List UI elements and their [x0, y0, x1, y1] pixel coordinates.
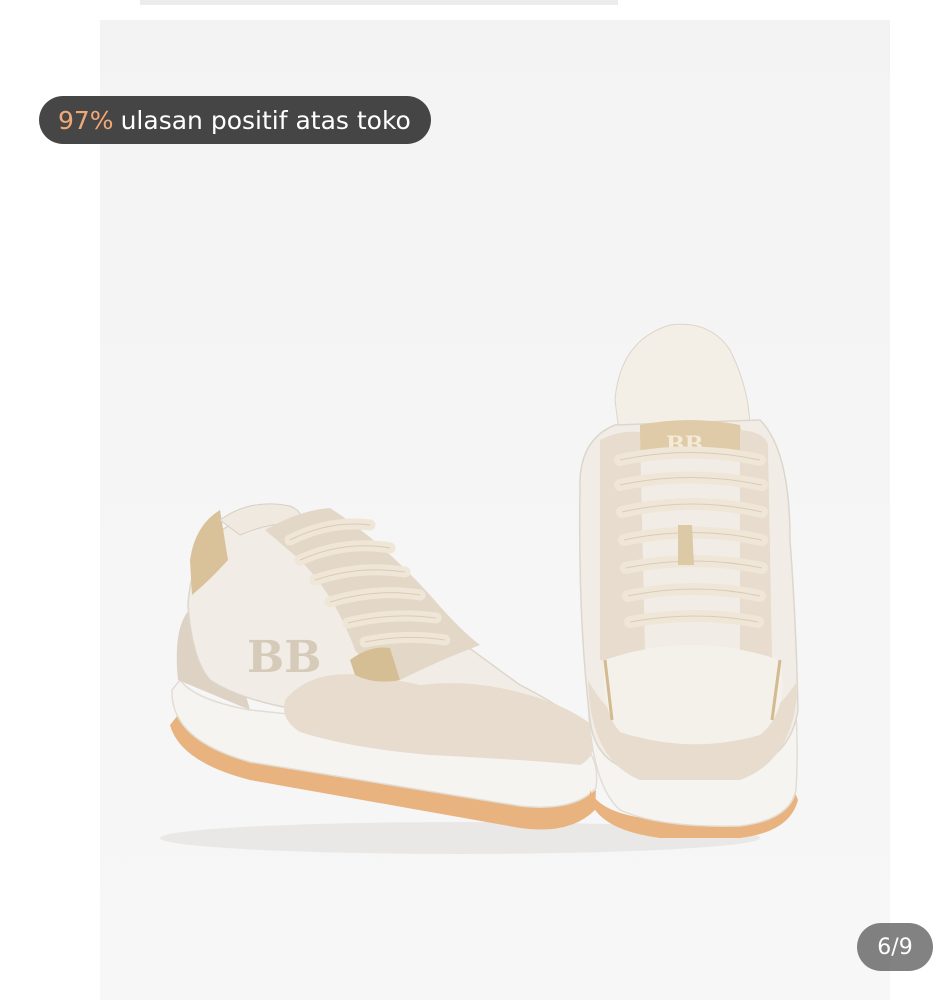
image-page-counter: 6/9 [857, 923, 933, 971]
product-image-viewer: BB BB 97% ulasan positif atas toko 6/9 [0, 0, 944, 1000]
right-sneaker: BB [578, 323, 799, 838]
store-review-badge: 97% ulasan positif atas toko [39, 96, 431, 144]
review-label: ulasan positif atas toko [120, 105, 411, 135]
left-sneaker: BB [170, 503, 598, 830]
review-percent: 97% [58, 105, 114, 135]
product-photo[interactable]: BB BB [100, 20, 890, 1000]
top-edge-strip [140, 0, 618, 5]
bb-logo: BB [247, 632, 321, 683]
sneakers-illustration: BB BB [160, 323, 799, 854]
